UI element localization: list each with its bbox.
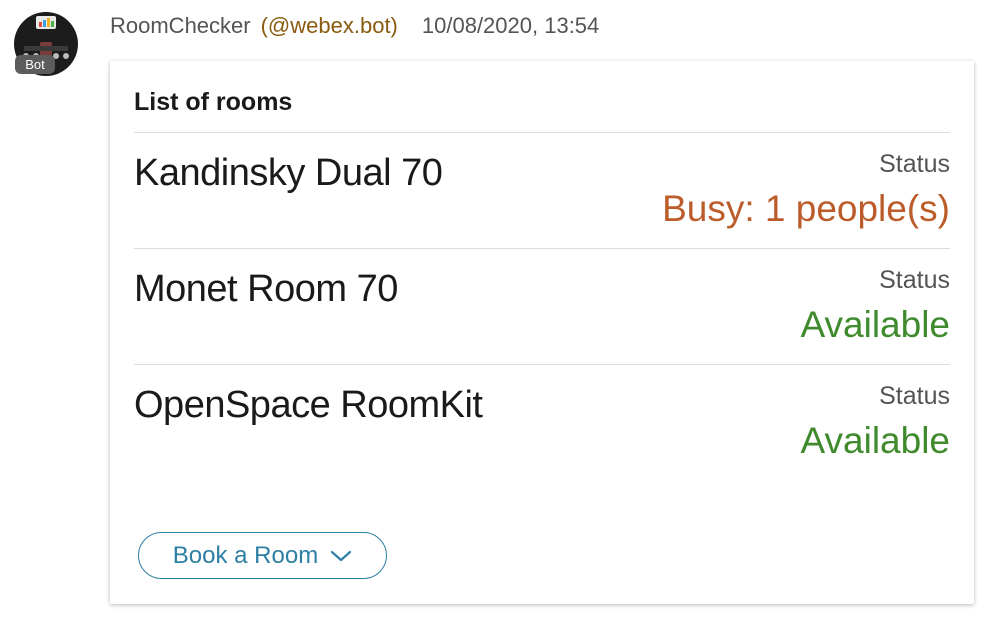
message-header: RoomChecker (@webex.bot) 10/08/2020, 13:54 [110, 12, 599, 40]
adaptive-card: List of rooms Kandinsky Dual 70 Status B… [110, 61, 974, 604]
room-row: OpenSpace RoomKit Status Available [134, 364, 950, 480]
bot-badge: Bot [15, 55, 55, 74]
room-name: Monet Room 70 [134, 268, 398, 310]
status-value: Available [800, 420, 950, 461]
card-title: List of rooms [134, 88, 293, 116]
status-label: Status [879, 382, 950, 410]
book-room-button[interactable]: Book a Room [138, 532, 387, 579]
room-row: Monet Room 70 Status Available [134, 248, 950, 364]
book-room-label: Book a Room [172, 541, 319, 569]
room-row: Kandinsky Dual 70 Status Busy: 1 people(… [134, 132, 950, 248]
status-value: Busy: 1 people(s) [662, 188, 950, 229]
status-label: Status [879, 266, 950, 294]
sender-handle: (@webex.bot) [260, 13, 398, 38]
room-name: Kandinsky Dual 70 [134, 152, 443, 194]
status-value: Available [800, 304, 950, 345]
status-label: Status [879, 150, 950, 178]
room-name: OpenSpace RoomKit [134, 384, 483, 426]
sender-name[interactable]: RoomChecker [110, 13, 251, 38]
message-timestamp: 10/08/2020, 13:54 [421, 13, 600, 38]
chevron-down-icon [331, 550, 352, 561]
